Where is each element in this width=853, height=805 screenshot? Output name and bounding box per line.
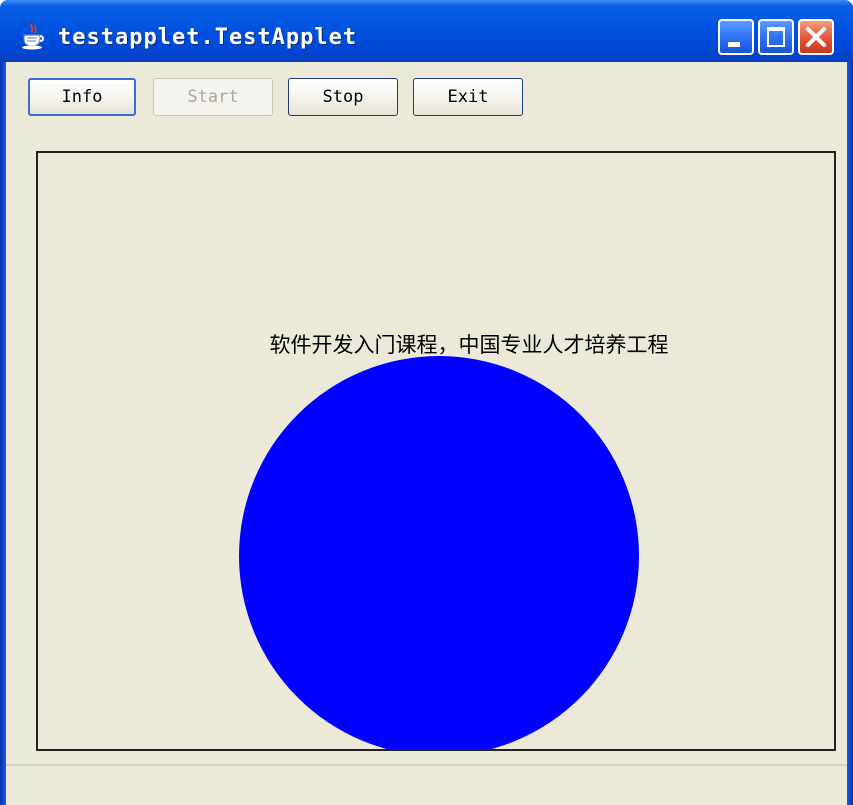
maximize-button[interactable] xyxy=(758,19,794,55)
status-bar xyxy=(6,764,847,805)
button-toolbar: Info Start Stop Exit xyxy=(6,62,847,132)
window-title: testapplet.TestApplet xyxy=(58,25,358,50)
close-button[interactable] xyxy=(798,19,834,55)
blue-circle xyxy=(239,356,639,749)
minimize-icon xyxy=(728,42,740,47)
close-icon xyxy=(806,27,826,47)
minimize-button[interactable] xyxy=(718,19,754,55)
info-button[interactable]: Info xyxy=(28,78,136,116)
stop-button[interactable]: Stop xyxy=(288,78,398,116)
java-coffee-cup-icon xyxy=(22,23,44,50)
window-right-border[interactable] xyxy=(847,62,853,805)
exit-button[interactable]: Exit xyxy=(413,78,523,116)
maximize-icon xyxy=(767,27,785,47)
start-button-disabled: Start xyxy=(153,78,273,116)
applet-canvas[interactable]: 软件开发入门课程，中国专业人才培养工程 xyxy=(36,151,836,751)
applet-window: testapplet.TestApplet Info Start Stop Ex… xyxy=(0,0,853,805)
applet-message: 软件开发入门课程，中国专业人才培养工程 xyxy=(269,333,669,357)
title-bar[interactable]: testapplet.TestApplet xyxy=(0,0,853,62)
